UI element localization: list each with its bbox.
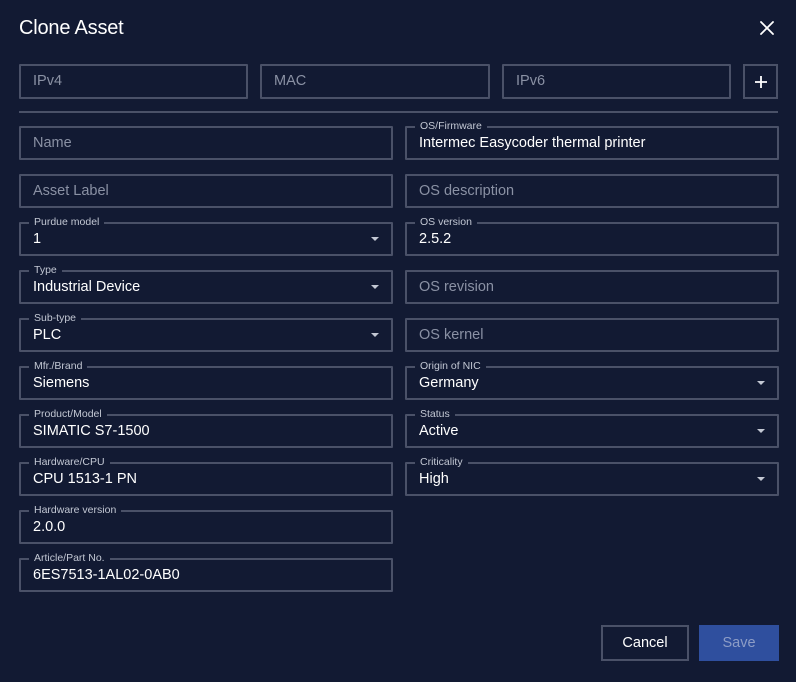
os-firmware-field[interactable]: OS/Firmware Intermec Easycoder thermal p…	[405, 120, 779, 160]
chevron-down-icon[interactable]	[757, 381, 765, 385]
close-icon[interactable]	[756, 17, 778, 39]
os-revision-field[interactable]: OS revision	[405, 270, 779, 304]
article-part-no-label: Article/Part No.	[29, 552, 110, 565]
asset-label-field[interactable]: Asset Label	[19, 174, 393, 208]
type-select[interactable]: Type Industrial Device	[19, 264, 393, 304]
os-kernel-field[interactable]: OS kernel	[405, 318, 779, 352]
criticality-label: Criticality	[415, 456, 468, 469]
hardware-cpu-label: Hardware/CPU	[29, 456, 110, 469]
asset-label-placeholder: Asset Label	[33, 183, 109, 199]
hardware-version-value: 2.0.0	[33, 519, 66, 535]
chevron-down-icon[interactable]	[371, 333, 379, 337]
product-model-field[interactable]: Product/Model SIMATIC S7-1500	[19, 408, 393, 448]
cancel-button[interactable]: Cancel	[601, 625, 689, 661]
hardware-version-label: Hardware version	[29, 504, 122, 517]
product-model-value: SIMATIC S7-1500	[33, 423, 150, 439]
purdue-model-label: Purdue model	[29, 216, 105, 229]
product-model-label: Product/Model	[29, 408, 107, 421]
os-kernel-placeholder: OS kernel	[419, 327, 484, 343]
status-label: Status	[415, 408, 455, 421]
divider	[19, 111, 778, 113]
criticality-value: High	[419, 471, 449, 487]
chevron-down-icon[interactable]	[371, 285, 379, 289]
chevron-down-icon[interactable]	[757, 429, 765, 433]
os-version-field[interactable]: OS version 2.5.2	[405, 216, 779, 256]
status-value: Active	[419, 423, 459, 439]
os-revision-placeholder: OS revision	[419, 279, 494, 295]
mac-field[interactable]: MAC	[260, 64, 490, 99]
article-part-no-field[interactable]: Article/Part No. 6ES7513-1AL02-0AB0	[19, 552, 393, 592]
os-firmware-value: Intermec Easycoder thermal printer	[419, 135, 646, 151]
hardware-version-field[interactable]: Hardware version 2.0.0	[19, 504, 393, 544]
type-value: Industrial Device	[33, 279, 141, 295]
origin-of-nic-label: Origin of NIC	[415, 360, 486, 373]
sub-type-label: Sub-type	[29, 312, 82, 325]
purdue-model-select[interactable]: Purdue model 1	[19, 216, 393, 256]
mac-placeholder: MAC	[274, 73, 307, 89]
origin-of-nic-select[interactable]: Origin of NIC Germany	[405, 360, 779, 400]
name-placeholder: Name	[33, 135, 72, 151]
os-firmware-label: OS/Firmware	[415, 120, 487, 133]
criticality-select[interactable]: Criticality High	[405, 456, 779, 496]
ipv4-placeholder: IPv4	[33, 73, 63, 89]
article-part-no-value: 6ES7513-1AL02-0AB0	[33, 567, 180, 583]
plus-icon	[754, 75, 767, 88]
purdue-model-value: 1	[33, 231, 42, 247]
os-description-placeholder: OS description	[419, 183, 515, 199]
add-network-button[interactable]	[743, 64, 778, 99]
ipv6-field[interactable]: IPv6	[502, 64, 731, 99]
os-version-label: OS version	[415, 216, 477, 229]
chevron-down-icon[interactable]	[757, 477, 765, 481]
mfr-brand-value: Siemens	[33, 375, 90, 391]
sub-type-value: PLC	[33, 327, 62, 343]
close-button[interactable]	[756, 17, 778, 39]
origin-of-nic-value: Germany	[419, 375, 479, 391]
chevron-down-icon[interactable]	[371, 237, 379, 241]
ipv4-field[interactable]: IPv4	[19, 64, 248, 99]
dialog-title: Clone Asset	[19, 17, 124, 39]
status-select[interactable]: Status Active	[405, 408, 779, 448]
name-field[interactable]: Name	[19, 126, 393, 160]
mfr-brand-field[interactable]: Mfr./Brand Siemens	[19, 360, 393, 400]
sub-type-select[interactable]: Sub-type PLC	[19, 312, 393, 352]
mfr-brand-label: Mfr./Brand	[29, 360, 88, 373]
type-label: Type	[29, 264, 62, 277]
os-version-value: 2.5.2	[419, 231, 452, 247]
save-button[interactable]: Save	[699, 625, 779, 661]
hardware-cpu-field[interactable]: Hardware/CPU CPU 1513-1 PN	[19, 456, 393, 496]
ipv6-placeholder: IPv6	[516, 73, 546, 89]
hardware-cpu-value: CPU 1513-1 PN	[33, 471, 137, 487]
os-description-field[interactable]: OS description	[405, 174, 779, 208]
